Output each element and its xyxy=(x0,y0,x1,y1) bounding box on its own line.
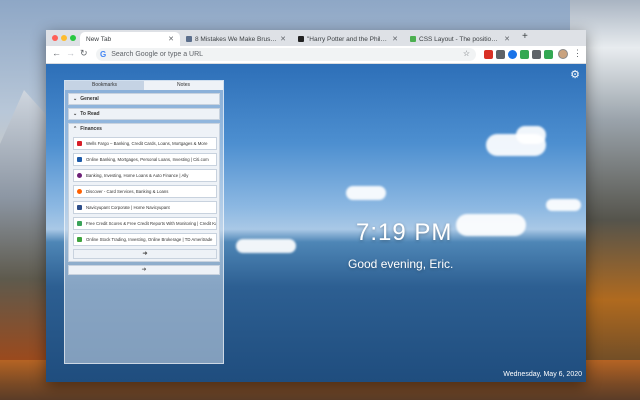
section-to-read[interactable]: ⌄ To Read xyxy=(68,108,220,120)
bookmark-favicon-icon xyxy=(77,157,82,162)
cloud-decoration xyxy=(516,126,546,144)
maximize-window-button[interactable] xyxy=(70,35,76,41)
chevron-up-icon: ⌃ xyxy=(73,126,78,132)
gear-icon[interactable]: ⚙ xyxy=(570,68,580,81)
close-tab-icon[interactable]: ✕ xyxy=(280,35,286,43)
browser-window: New Tab ✕ 8 Mistakes We Make Brushing ✕ … xyxy=(46,30,586,382)
clock: 7:19 PM xyxy=(356,219,453,246)
extension-icon[interactable] xyxy=(520,50,529,59)
greeting: Good evening, Eric. xyxy=(348,257,454,271)
profile-avatar[interactable] xyxy=(558,49,568,59)
section-label: To Read xyxy=(80,111,100,117)
close-tab-icon[interactable]: ✕ xyxy=(392,35,398,43)
tab-brushing-article[interactable]: 8 Mistakes We Make Brushing ✕ xyxy=(180,32,292,46)
back-arrow-icon[interactable]: ← xyxy=(52,48,61,58)
bookmark-label: Online Banking, Mortgages, Personal Loan… xyxy=(86,157,209,162)
bookmark-favicon-icon xyxy=(77,205,82,210)
cloud-decoration xyxy=(346,186,386,200)
section-add-button[interactable]: ➜ xyxy=(73,249,217,259)
chevron-down-icon: ⌄ xyxy=(73,96,78,102)
bookmark-favicon-icon xyxy=(77,189,82,194)
tab-favicon-icon xyxy=(298,36,304,42)
google-g-icon: G xyxy=(100,50,107,59)
tab-label: New Tab xyxy=(86,35,112,43)
chevron-down-icon: ⌄ xyxy=(73,111,78,117)
date-label: Wednesday, May 6, 2020 xyxy=(503,371,582,378)
tab-favicon-icon xyxy=(186,36,192,42)
bookmark-item[interactable]: Online Banking, Mortgages, Personal Loan… xyxy=(73,153,217,166)
tab-bookmarks[interactable]: Bookmarks xyxy=(65,81,144,90)
minimize-window-button[interactable] xyxy=(61,35,67,41)
bookmark-label: Wells Fargo – Banking, Credit Cards, Loa… xyxy=(86,141,208,146)
bookmark-item[interactable]: Wells Fargo – Banking, Credit Cards, Loa… xyxy=(73,137,217,150)
bookmark-favicon-icon xyxy=(77,237,82,242)
bookmarks-panel: Bookmarks Notes ⌄ General ⌄ To Read ⌃ Finan… xyxy=(64,80,224,364)
tab-css-layout[interactable]: CSS Layout - The position Prop ✕ xyxy=(404,32,516,46)
extension-icon[interactable] xyxy=(544,50,553,59)
bookmark-item[interactable]: Free Credit Scores & Free Credit Reports… xyxy=(73,217,217,230)
new-tab-button[interactable]: + xyxy=(522,31,528,42)
bookmark-favicon-icon xyxy=(77,221,82,226)
bookmark-item[interactable]: Navicyupant Corporate | Home Navicyupant xyxy=(73,201,217,214)
bookmark-favicon-icon xyxy=(77,173,82,178)
forward-arrow-icon[interactable]: → xyxy=(66,48,75,58)
section-finances[interactable]: ⌃ Finances Wells Fargo – Banking, Credit … xyxy=(68,123,220,262)
extension-icon[interactable] xyxy=(496,50,505,59)
tab-label: CSS Layout - The position Prop xyxy=(419,35,501,43)
tab-favicon-icon xyxy=(410,36,416,42)
cloud-decoration xyxy=(456,214,526,236)
cloud-decoration xyxy=(236,239,296,253)
tab-label: "Harry Potter and the Philosophe xyxy=(307,35,389,43)
section-general[interactable]: ⌄ General xyxy=(68,93,220,105)
bookmark-label: Navicyupant Corporate | Home Navicyupant xyxy=(86,205,170,210)
extension-icon[interactable] xyxy=(532,50,541,59)
close-window-button[interactable] xyxy=(52,35,58,41)
close-tab-icon[interactable]: ✕ xyxy=(504,35,510,43)
add-section-button[interactable]: ➜ xyxy=(68,265,220,275)
browser-toolbar: ← → ↻ G Search Google or type a URL ☆ ⋮ xyxy=(46,46,586,64)
omnibox[interactable]: G Search Google or type a URL ☆ xyxy=(96,48,476,61)
tab-label: 8 Mistakes We Make Brushing xyxy=(195,35,278,43)
section-label: Finances xyxy=(80,126,102,132)
extension-adblock-icon[interactable] xyxy=(484,50,493,59)
bookmark-star-icon[interactable]: ☆ xyxy=(463,49,470,58)
bookmark-item[interactable]: Online Stock Trading, Investing, Online … xyxy=(73,233,217,246)
bookmark-label: Free Credit Scores & Free Credit Reports… xyxy=(86,221,217,226)
tab-harry-potter[interactable]: "Harry Potter and the Philosophe ✕ xyxy=(292,32,404,46)
kebab-menu-icon[interactable]: ⋮ xyxy=(573,48,582,59)
section-label: General xyxy=(80,96,99,102)
extension-icon[interactable] xyxy=(508,50,517,59)
tab-notes[interactable]: Notes xyxy=(144,81,223,90)
bookmark-label: Discover - Card Services, Banking & Loan… xyxy=(86,189,169,194)
panel-tabs: Bookmarks Notes xyxy=(65,81,223,90)
bookmark-favicon-icon xyxy=(77,141,82,146)
bookmark-label: Banking, Investing, Home Loans & Auto Fi… xyxy=(86,173,189,178)
bookmark-item[interactable]: Banking, Investing, Home Loans & Auto Fi… xyxy=(73,169,217,182)
cloud-decoration xyxy=(546,199,581,211)
reload-icon[interactable]: ↻ xyxy=(80,48,88,59)
omnibox-placeholder: Search Google or type a URL xyxy=(111,51,204,58)
close-tab-icon[interactable]: ✕ xyxy=(168,35,174,43)
bookmark-label: Online Stock Trading, Investing, Online … xyxy=(86,237,213,242)
new-tab-page: ⚙ Bookmarks Notes ⌄ General ⌄ To Read ⌃ Fin… xyxy=(46,64,586,382)
bookmark-item[interactable]: Discover - Card Services, Banking & Loan… xyxy=(73,185,217,198)
tab-strip: New Tab ✕ 8 Mistakes We Make Brushing ✕ … xyxy=(46,30,586,46)
tab-new-tab[interactable]: New Tab ✕ xyxy=(80,32,180,46)
